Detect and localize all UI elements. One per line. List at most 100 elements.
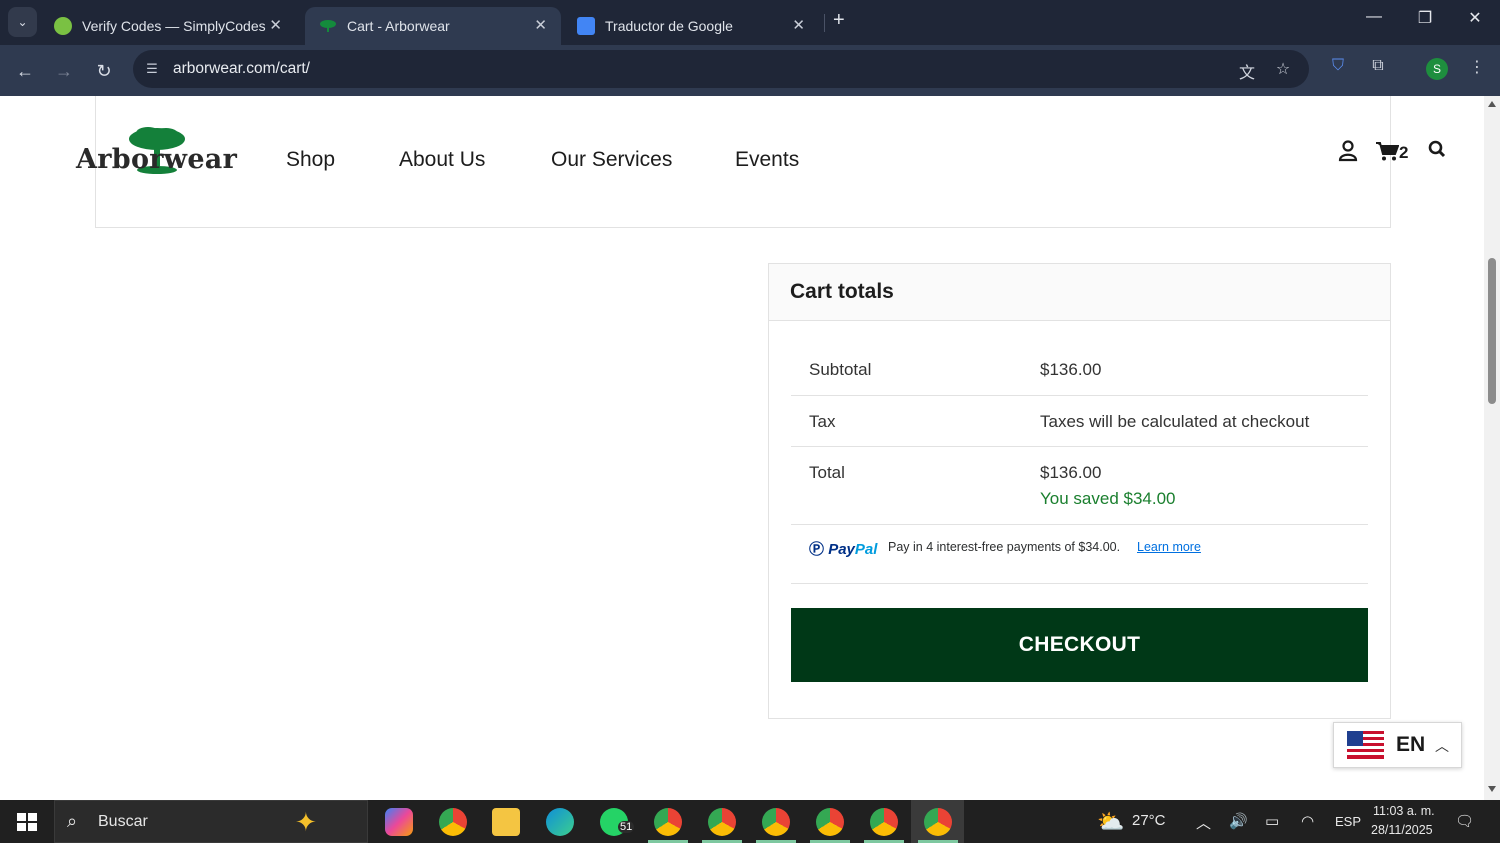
input-language[interactable]: ESP: [1335, 814, 1361, 829]
profile-avatar[interactable]: S: [1426, 58, 1448, 80]
tab-simplycodes[interactable]: Verify Codes — SimplyCodes ✕: [40, 7, 296, 45]
clock-date[interactable]: 28/11/2025: [1371, 823, 1433, 837]
browser-toolbar: ← → ↻ ☰ arborwear.com/cart/ 文 ☆ ⛉ ⧉ S ⋮: [0, 45, 1500, 96]
tab-title: Verify Codes — SimplyCodes: [82, 18, 266, 34]
tax-value: Taxes will be calculated at checkout: [1040, 412, 1310, 431]
bookmark-star-icon[interactable]: ☆: [1272, 59, 1294, 79]
restore-icon: ❐: [1417, 10, 1433, 27]
scrollbar-thumb[interactable]: [1488, 258, 1496, 404]
web-page: Arborwear Shop About Us Our Services Eve…: [0, 96, 1484, 800]
nav-shop[interactable]: Shop: [286, 148, 335, 172]
paypal-pay-in-4-text: Pay in 4 interest-free payments of $34.0…: [888, 540, 1121, 554]
tab-google-translate[interactable]: Traductor de Google ✕: [563, 7, 819, 45]
google-translate-favicon-icon: [577, 17, 595, 35]
chrome-app-icon[interactable]: [439, 808, 467, 836]
close-icon[interactable]: ✕: [534, 16, 547, 34]
chevron-down-icon: ⌄: [17, 15, 28, 29]
taskbar-search-box[interactable]: ⌕ Buscar ✦: [54, 800, 368, 843]
extensions-puzzle-icon[interactable]: ⧉: [1365, 57, 1391, 75]
cart-totals-panel: Cart totals Subtotal $136.00 Tax Taxes w…: [768, 263, 1391, 719]
cart-totals-title: Cart totals: [790, 280, 894, 303]
minimize-button[interactable]: —: [1354, 8, 1394, 26]
chrome-profile-at-icon[interactable]: [870, 808, 898, 836]
wifi-icon[interactable]: ◠: [1301, 812, 1314, 830]
paypal-learn-more-link[interactable]: Learn more: [1137, 540, 1201, 554]
chevron-up-icon[interactable]: ︿: [1196, 812, 1211, 833]
url-text[interactable]: arborwear.com/cart/: [173, 60, 310, 78]
reload-button[interactable]: ↻: [90, 57, 118, 85]
paypal-logo-icon: Ⓟ PayPal: [809, 541, 878, 558]
arrow-right-icon: →: [55, 61, 73, 81]
file-explorer-icon[interactable]: [492, 808, 520, 836]
translate-icon[interactable]: 文: [1236, 59, 1258, 83]
weather-icon[interactable]: ⛅: [1097, 809, 1124, 835]
scroll-up-arrow-icon[interactable]: [1488, 101, 1496, 107]
chrome-profile-p-icon[interactable]: [816, 808, 844, 836]
simplycodes-favicon-icon: [54, 17, 72, 35]
edge-app-icon[interactable]: [546, 808, 574, 836]
tab-arborwear[interactable]: Cart - Arborwear ✕: [305, 7, 561, 45]
plus-icon: +: [833, 9, 845, 31]
chevron-up-icon: ︿: [1435, 738, 1449, 754]
taskbar-search-placeholder: Buscar: [98, 813, 148, 830]
back-button[interactable]: ←: [11, 57, 39, 85]
tab-search-button[interactable]: ⌄: [8, 7, 37, 37]
page-scrollbar[interactable]: [1484, 96, 1500, 800]
cart-count-badge[interactable]: 2: [1399, 143, 1408, 163]
section-heading-partial: ▬▬ ▬▬▬▬▬▬▬ ▬▬▬▬▬▬: [562, 788, 966, 800]
total-row: Total $136.00 You saved $34.00: [791, 447, 1368, 525]
battery-icon[interactable]: ▭: [1265, 812, 1279, 830]
notifications-icon[interactable]: 🗨: [1455, 812, 1474, 830]
forward-button[interactable]: →: [50, 57, 78, 85]
address-bar[interactable]: ☰ arborwear.com/cart/ 文 ☆: [133, 50, 1309, 88]
volume-icon[interactable]: 🔊: [1229, 812, 1248, 830]
restore-button[interactable]: ❐: [1405, 8, 1445, 28]
subtotal-label: Subtotal: [809, 360, 872, 379]
subtotal-value: $136.00: [1040, 360, 1102, 379]
savings-text: You saved $34.00: [1040, 489, 1176, 508]
close-icon[interactable]: ✕: [792, 16, 805, 34]
search-icon[interactable]: [1428, 140, 1446, 160]
copilot-app-icon[interactable]: [385, 808, 413, 836]
cart-totals-header: Cart totals: [769, 264, 1390, 321]
paypal-message-row: Ⓟ PayPal Pay in 4 interest-free payments…: [791, 525, 1368, 584]
paypal-p-icon: Ⓟ: [809, 541, 825, 558]
close-icon[interactable]: ✕: [269, 16, 282, 34]
account-user-icon[interactable]: [1338, 140, 1358, 162]
arborwear-favicon-icon: [319, 17, 337, 35]
cart-icon[interactable]: [1375, 140, 1399, 162]
new-tab-button[interactable]: +: [833, 9, 845, 32]
nav-our-services[interactable]: Our Services: [551, 148, 672, 172]
total-value: $136.00: [1040, 463, 1102, 482]
close-icon: ✕: [1468, 10, 1482, 27]
reload-icon: ↻: [96, 61, 112, 81]
checkout-button[interactable]: CHECKOUT: [791, 608, 1368, 682]
chrome-profile-s-icon[interactable]: [924, 808, 952, 836]
minimize-icon: —: [1366, 8, 1382, 25]
weather-temperature[interactable]: 27°C: [1132, 812, 1166, 829]
tab-title: Traductor de Google: [605, 18, 733, 34]
nav-events[interactable]: Events: [735, 148, 799, 172]
clock-time[interactable]: 11:03 a. m.: [1373, 804, 1435, 818]
us-flag-icon: [1347, 731, 1384, 759]
arborwear-logo[interactable]: Arborwear: [76, 124, 237, 182]
logo-text: Arborwear: [76, 144, 238, 175]
arrow-left-icon: ←: [16, 61, 34, 81]
language-switcher[interactable]: EN ︿: [1333, 722, 1462, 768]
chrome-profile-c2-icon[interactable]: [708, 808, 736, 836]
windows-start-icon[interactable]: [17, 813, 37, 831]
site-info-icon[interactable]: ☰: [143, 60, 161, 78]
whatsapp-badge: 51: [618, 821, 635, 833]
browser-tab-bar: ⌄ Verify Codes — SimplyCodes ✕ Cart - Ar…: [0, 0, 1500, 45]
kebab-menu-icon[interactable]: ⋮: [1464, 57, 1490, 77]
tab-separator: [824, 14, 825, 32]
search-icon: ⌕: [67, 811, 78, 831]
copilot-sparkle-icon[interactable]: ✦: [295, 807, 317, 838]
chrome-profile-g-icon[interactable]: [762, 808, 790, 836]
chrome-profile-c-icon[interactable]: [654, 808, 682, 836]
extension-shield-icon[interactable]: ⛉: [1325, 57, 1351, 75]
tax-label: Tax: [809, 412, 836, 431]
scroll-down-arrow-icon[interactable]: [1488, 786, 1496, 792]
close-window-button[interactable]: ✕: [1455, 8, 1495, 28]
nav-about-us[interactable]: About Us: [399, 148, 485, 172]
